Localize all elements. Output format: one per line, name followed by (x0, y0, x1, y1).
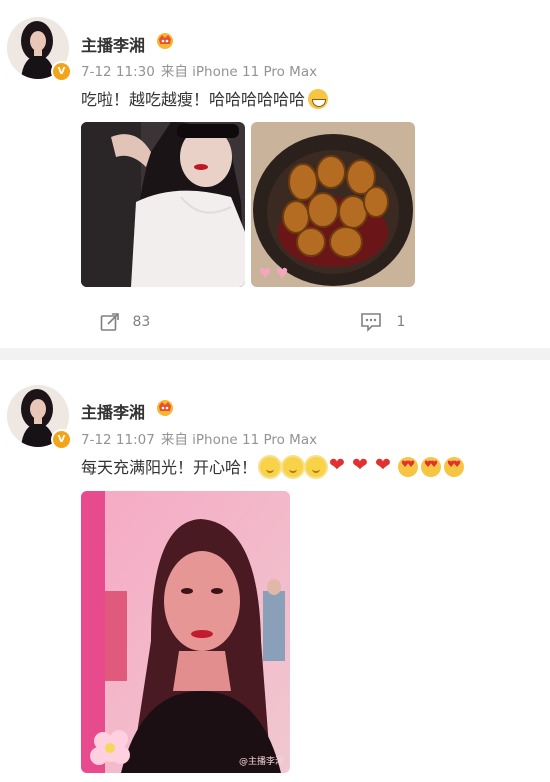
comment-count: 1 (396, 314, 406, 330)
crown-icon (157, 33, 173, 49)
comment-icon (361, 313, 381, 332)
crown-icon (157, 400, 173, 416)
post-source: 来自 iPhone 11 Pro Max (160, 64, 318, 80)
repost-icon (100, 313, 119, 331)
heart-eyes-emoji-icon (421, 457, 442, 477)
selfie-in-car-photo[interactable] (81, 122, 245, 287)
repost-count: 83 (132, 314, 151, 330)
comment-action[interactable]: 1 (360, 312, 405, 332)
verified-badge-icon: V (51, 61, 72, 82)
pink-selfie-portrait-photo[interactable]: @主播李湘 (81, 491, 290, 773)
post-source: 来自 iPhone 11 Pro Max (160, 432, 318, 448)
sun-smile-emoji-icon (260, 457, 281, 477)
post-divider (0, 348, 550, 360)
heart-eyes-emoji-icon (398, 457, 419, 477)
post-time[interactable]: 7-12 11:30 (81, 64, 155, 80)
heart-emoji-icon (375, 454, 395, 477)
laugh-emoji-icon (308, 89, 329, 109)
heart-eyes-emoji-icon (444, 457, 465, 477)
author-name[interactable]: 主播李湘 (81, 32, 145, 56)
sun-smile-emoji-icon (306, 457, 327, 477)
verified-badge-icon: V (51, 429, 72, 450)
post-text: 吃啦！越吃越瘦！哈哈哈哈哈哈 (81, 86, 329, 110)
author-name[interactable]: 主播李湘 (81, 399, 145, 423)
repost-action[interactable]: 83 (100, 312, 150, 332)
post-time[interactable]: 7-12 11:07 (81, 432, 155, 448)
image-watermark: @主播李湘 (238, 757, 284, 767)
post-text-content: 吃啦！越吃越瘦！哈哈哈哈哈哈 (81, 90, 306, 109)
post-meta: 7-12 11:30 来自 iPhone 11 Pro Max (81, 60, 323, 80)
svg-text:♥ ♥: ♥ ♥ (259, 266, 289, 282)
braised-abalone-dish-photo[interactable]: ♥ ♥ (251, 122, 415, 287)
post-text: 每天充满阳光！开心哈！ (81, 454, 465, 478)
post-meta: 7-12 11:07 来自 iPhone 11 Pro Max (81, 428, 323, 448)
heart-emoji-icon (329, 454, 349, 477)
heart-emoji-icon (352, 454, 372, 477)
sun-smile-emoji-icon (283, 457, 304, 477)
post-text-content: 每天充满阳光！开心哈！ (81, 458, 258, 477)
